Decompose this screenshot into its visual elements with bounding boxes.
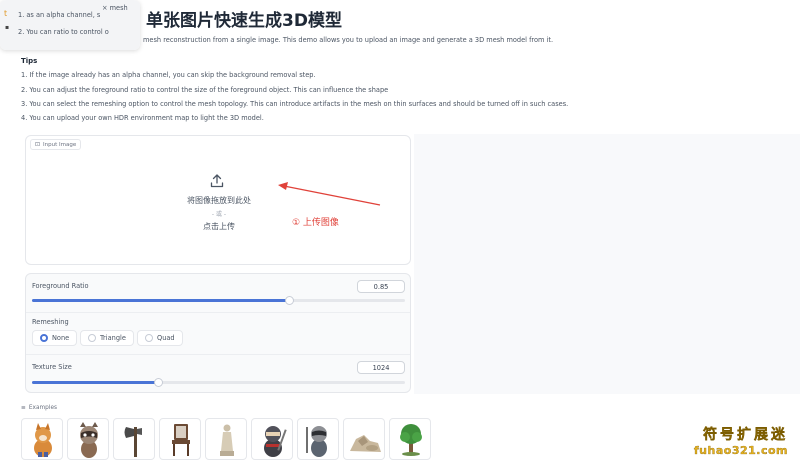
raccoon-warrior-icon <box>306 426 327 457</box>
image-icon: ⊡ <box>35 141 41 148</box>
foreground-ratio-thumb[interactable] <box>284 296 294 305</box>
examples-label: ≡ Examples <box>21 405 57 411</box>
example-ninja[interactable] <box>251 418 293 460</box>
remeshing-label: Remeshing <box>32 318 69 326</box>
texture-size-thumb[interactable] <box>154 378 164 387</box>
texture-size-fill <box>32 381 159 384</box>
tree-icon <box>400 424 422 456</box>
raccoon-icon <box>80 422 98 458</box>
annotation-arrow <box>278 182 381 206</box>
page-title: 单张图片快速生成3D模型 <box>146 11 342 31</box>
fox-icon <box>34 423 52 457</box>
texture-size-label: Texture Size <box>32 363 72 371</box>
radio-dot <box>145 334 153 342</box>
statue-icon <box>220 424 234 456</box>
output-panel <box>414 134 800 394</box>
example-statue[interactable] <box>205 418 247 460</box>
radio-label: Quad <box>157 334 175 342</box>
tip-2: 2. You can adjust the foreground ratio t… <box>21 86 389 94</box>
watermark-line-1: 符号扩展迷 <box>703 427 788 443</box>
input-image-label-text: Input Image <box>43 141 77 148</box>
annotation-text: ① 上传图像 <box>292 218 339 228</box>
texture-size-slider[interactable] <box>32 378 405 387</box>
tooltip-line-1: 1. as an alpha channel, s <box>18 11 101 19</box>
radio-dot <box>40 334 48 342</box>
settings-panel: Foreground Ratio 0.85 Remeshing None Tri… <box>25 273 411 393</box>
texture-size-input[interactable]: 1024 <box>357 361 405 374</box>
radio-dot <box>88 334 96 342</box>
example-raccoon[interactable] <box>67 418 109 460</box>
intro-text: mesh reconstruction from a single image.… <box>143 36 554 44</box>
app-icon: t <box>4 9 8 18</box>
tip-4: 4. You can upload your own HDR environme… <box>21 114 264 122</box>
example-tree[interactable] <box>389 418 431 460</box>
example-raccoon-warrior[interactable] <box>297 418 339 460</box>
tooltip-line-2: 2. You can ratio to control o <box>18 28 109 36</box>
watermark-line-2: fuhao321.com <box>693 444 788 457</box>
tooltip-caption: × mesh <box>102 4 128 12</box>
remeshing-option-triangle[interactable]: Triangle <box>80 330 134 346</box>
example-axe[interactable] <box>113 418 155 460</box>
watermark: 符号扩展迷 fuhao321.com <box>694 424 788 457</box>
tip-1: 1. If the image already has an alpha cha… <box>21 71 316 79</box>
rocks-icon <box>350 435 381 452</box>
tip-3: 3. You can select the remeshing option t… <box>21 100 569 108</box>
example-chair[interactable] <box>159 418 201 460</box>
axe-icon <box>124 427 142 457</box>
radio-label: None <box>52 334 70 342</box>
foreground-ratio-fill <box>32 299 290 302</box>
remeshing-option-none[interactable]: None <box>32 330 78 346</box>
input-image-label: ⊡ Input Image <box>30 139 82 150</box>
ninja-icon <box>264 426 287 457</box>
list-icon: ≡ <box>21 405 26 411</box>
divider <box>26 354 410 355</box>
drop-separator: - 或 - <box>211 211 227 218</box>
tips-heading: Tips <box>21 57 38 65</box>
divider <box>26 312 410 313</box>
examples-gallery <box>21 418 431 460</box>
chair-icon <box>172 424 190 456</box>
examples-label-text: Examples <box>28 405 58 411</box>
example-rocks[interactable] <box>343 418 385 460</box>
upload-icon <box>210 174 224 188</box>
click-upload-text[interactable]: 点击上传 <box>26 221 412 232</box>
radio-label: Triangle <box>100 334 126 342</box>
foreground-ratio-slider[interactable] <box>32 296 405 305</box>
foreground-ratio-label: Foreground Ratio <box>32 282 89 290</box>
foreground-ratio-input[interactable]: 0.85 <box>357 280 405 293</box>
tooltip-popup: t ▪ 1. as an alpha channel, s 2. You can… <box>0 0 140 50</box>
example-fox[interactable] <box>21 418 63 460</box>
remeshing-option-quad[interactable]: Quad <box>137 330 183 346</box>
small-icon: ▪ <box>5 24 10 31</box>
